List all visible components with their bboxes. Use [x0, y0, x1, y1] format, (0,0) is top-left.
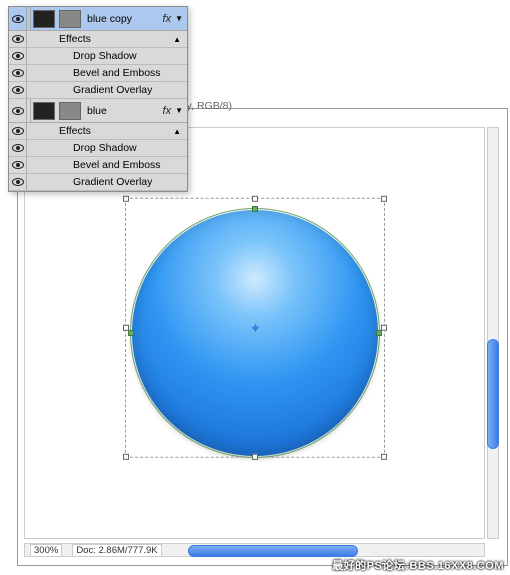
eye-icon: [12, 127, 24, 135]
effect-item[interactable]: Drop Shadow: [9, 140, 187, 157]
chevron-up-icon[interactable]: ▲: [173, 127, 187, 136]
effect-name: Gradient Overlay: [27, 176, 187, 188]
eye-icon: [12, 35, 24, 43]
effect-name: Gradient Overlay: [27, 84, 187, 96]
effect-item[interactable]: Bevel and Emboss: [9, 65, 187, 82]
layers-panel: blue copy fx ▼ Effects ▲ Drop Shadow Bev…: [8, 6, 188, 192]
visibility-toggle[interactable]: [9, 7, 27, 30]
effects-label: Effects: [27, 33, 173, 45]
layer-row-blue[interactable]: blue fx ▼: [9, 99, 187, 123]
visibility-toggle[interactable]: [9, 65, 27, 81]
eye-icon: [12, 15, 24, 23]
transform-center[interactable]: ✦: [250, 323, 260, 333]
layer-name[interactable]: blue: [83, 105, 163, 117]
visibility-toggle[interactable]: [9, 99, 27, 122]
transform-handle[interactable]: [381, 325, 387, 331]
status-bar: 300% Doc: 2.86M/777.9K: [24, 543, 168, 557]
zoom-level[interactable]: 300%: [30, 544, 62, 557]
transform-handle[interactable]: [123, 454, 129, 460]
effect-item[interactable]: Drop Shadow: [9, 48, 187, 65]
vector-mask-thumb[interactable]: [59, 102, 81, 120]
visibility-toggle[interactable]: [9, 157, 27, 173]
effect-item[interactable]: Gradient Overlay: [9, 174, 187, 191]
eye-icon: [12, 144, 24, 152]
chevron-down-icon[interactable]: ▼: [175, 106, 187, 115]
transform-handle[interactable]: [381, 454, 387, 460]
eye-icon: [12, 69, 24, 77]
effect-name: Drop Shadow: [27, 142, 187, 154]
scrollbar-vertical-track[interactable]: [487, 127, 499, 539]
link-column: [27, 7, 31, 30]
effect-name: Drop Shadow: [27, 50, 187, 62]
transform-handle[interactable]: [252, 196, 258, 202]
transform-bounds[interactable]: ✦: [125, 198, 385, 458]
visibility-toggle[interactable]: [9, 140, 27, 156]
eye-icon: [12, 161, 24, 169]
doc-size[interactable]: Doc: 2.86M/777.9K: [72, 544, 161, 557]
fx-badge[interactable]: fx: [163, 13, 176, 25]
vector-mask-thumb[interactable]: [59, 10, 81, 28]
effects-header[interactable]: Effects ▲: [9, 123, 187, 140]
visibility-toggle[interactable]: [9, 48, 27, 64]
effect-item[interactable]: Bevel and Emboss: [9, 157, 187, 174]
visibility-toggle[interactable]: [9, 174, 27, 190]
transform-handle[interactable]: [123, 196, 129, 202]
visibility-toggle[interactable]: [9, 123, 27, 139]
eye-icon: [12, 52, 24, 60]
chevron-down-icon[interactable]: ▼: [175, 14, 187, 23]
visibility-toggle[interactable]: [9, 31, 27, 47]
link-column: [27, 99, 31, 122]
eye-icon: [12, 178, 24, 186]
eye-icon: [12, 86, 24, 94]
effects-header[interactable]: Effects ▲: [9, 31, 187, 48]
effect-name: Bevel and Emboss: [27, 159, 187, 171]
effect-item[interactable]: Gradient Overlay: [9, 82, 187, 99]
layer-name[interactable]: blue copy: [83, 13, 163, 25]
layer-thumb[interactable]: [33, 10, 55, 28]
effects-label: Effects: [27, 125, 173, 137]
transform-handle[interactable]: [123, 325, 129, 331]
layer-row-blue-copy[interactable]: blue copy fx ▼: [9, 7, 187, 31]
chevron-up-icon[interactable]: ▲: [173, 35, 187, 44]
scrollbar-vertical-thumb[interactable]: [487, 339, 499, 449]
watermark: 最好的PS论坛:BBS.16XX8.COM: [332, 557, 504, 573]
visibility-toggle[interactable]: [9, 82, 27, 98]
effect-name: Bevel and Emboss: [27, 67, 187, 79]
layer-thumb[interactable]: [33, 102, 55, 120]
scrollbar-horizontal-thumb[interactable]: [188, 545, 358, 557]
eye-icon: [12, 107, 24, 115]
transform-handle[interactable]: [381, 196, 387, 202]
transform-handle[interactable]: [252, 454, 258, 460]
fx-badge[interactable]: fx: [163, 105, 176, 117]
